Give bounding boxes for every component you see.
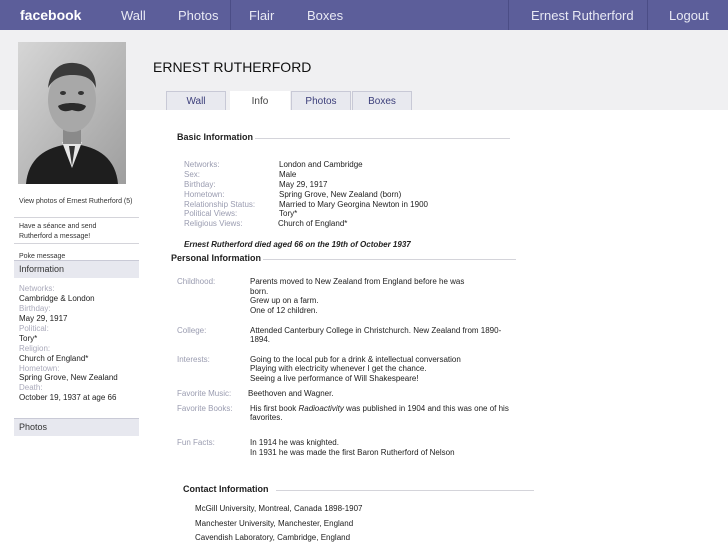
books-title: Radioactivity xyxy=(298,404,344,413)
favorite-music-label: Favorite Music: xyxy=(177,389,232,398)
tab-boxes[interactable]: Boxes xyxy=(352,91,412,110)
college-line: 1894. xyxy=(250,335,271,344)
portrait-image xyxy=(18,42,126,184)
fun-fact-line: In 1931 he was made the first Baron Ruth… xyxy=(250,448,455,457)
interests-label: Interests: xyxy=(177,355,210,364)
nav-wall[interactable]: Wall xyxy=(121,8,146,23)
contact-info-title: Contact Information xyxy=(183,484,269,494)
nav-user-name[interactable]: Ernest Rutherford xyxy=(531,8,634,23)
basic-label: Hometown: xyxy=(184,190,225,199)
tab-info[interactable]: Info xyxy=(230,91,290,110)
info-label: Hometown: xyxy=(19,364,60,373)
basic-label: Political Views: xyxy=(184,209,238,218)
books-text: His first book xyxy=(250,404,299,413)
divider xyxy=(14,243,139,244)
info-value: Church of England* xyxy=(19,354,89,363)
info-label: Political: xyxy=(19,324,49,333)
personal-info-title: Personal Information xyxy=(171,253,262,263)
info-value: Tory* xyxy=(19,334,38,343)
basic-label: Relationship Status: xyxy=(184,200,256,209)
nav-divider xyxy=(508,0,509,30)
fun-fact-line: In 1914 he was knighted. xyxy=(250,438,339,447)
basic-label: Sex: xyxy=(184,170,201,179)
nav-flair[interactable]: Flair xyxy=(249,8,274,23)
info-label: Birthday: xyxy=(19,304,51,313)
basic-value: London and Cambridge xyxy=(279,160,363,169)
divider xyxy=(255,138,510,139)
favorite-books-line: His first book Radioactivity was publish… xyxy=(250,404,509,414)
contact-line: McGill University, Montreal, Canada 1898… xyxy=(195,504,363,513)
info-value: Cambridge & London xyxy=(19,294,95,303)
college-label: College: xyxy=(177,326,207,335)
view-photos-link[interactable]: View photos of Ernest Rutherford (5) xyxy=(19,197,134,207)
basic-label: Religious Views: xyxy=(184,219,243,228)
nav-divider xyxy=(647,0,648,30)
fun-facts-label: Fun Facts: xyxy=(177,438,215,447)
interests-line: Seeing a live performance of Will Shakes… xyxy=(250,374,419,383)
info-value: October 19, 1937 at age 66 xyxy=(19,393,117,402)
childhood-line: One of 12 children. xyxy=(250,306,318,315)
info-label: Networks: xyxy=(19,284,55,293)
college-line: Attended Canterbury College in Christchu… xyxy=(250,326,502,335)
divider xyxy=(263,259,516,260)
photos-title: Photos xyxy=(19,422,48,432)
favorite-books-line: favorites. xyxy=(250,413,283,422)
childhood-line: Parents moved to New Zealand from Englan… xyxy=(250,277,465,286)
tab-photos[interactable]: Photos xyxy=(291,91,351,110)
logout-link[interactable]: Logout xyxy=(669,8,709,23)
nav-divider xyxy=(230,0,231,30)
basic-value: Male xyxy=(279,170,297,179)
divider xyxy=(276,490,534,491)
basic-label: Birthday: xyxy=(184,180,216,189)
info-value: Spring Grove, New Zealand xyxy=(19,373,118,382)
tab-wall[interactable]: Wall xyxy=(166,91,226,110)
books-text: was published in 1904 and this was one o… xyxy=(343,404,509,413)
profile-photo[interactable] xyxy=(18,42,126,184)
basic-value: Tory* xyxy=(279,209,298,218)
basic-value: May 29, 1917 xyxy=(279,180,328,189)
favorite-music-value: Beethoven and Wagner. xyxy=(248,389,334,398)
profile-name: ERNEST RUTHERFORD xyxy=(153,59,312,75)
photos-box-header[interactable]: Photos xyxy=(14,418,139,436)
facebook-logo[interactable]: facebook xyxy=(20,7,81,23)
death-note: Ernest Rutherford died aged 66 on the 19… xyxy=(184,240,411,249)
childhood-line: Grew up on a farm. xyxy=(250,296,319,305)
childhood-label: Childhood: xyxy=(177,277,216,286)
information-title: Information xyxy=(19,264,65,274)
basic-value: Church of England* xyxy=(278,219,348,228)
information-box-header: Information xyxy=(14,260,139,278)
top-navigation-bar: facebook Wall Photos Flair Boxes Ernest … xyxy=(0,0,728,30)
interests-line: Playing with electricity whenever I get … xyxy=(250,364,427,373)
nav-boxes[interactable]: Boxes xyxy=(307,8,343,23)
basic-value: Married to Mary Georgina Newton in 1900 xyxy=(279,200,428,209)
divider xyxy=(14,217,139,218)
basic-label: Networks: xyxy=(184,160,220,169)
seance-link[interactable]: Have a séance and send Rutherford a mess… xyxy=(19,222,131,242)
nav-photos[interactable]: Photos xyxy=(178,8,218,23)
basic-value: Spring Grove, New Zealand (born) xyxy=(279,190,402,199)
info-label: Death: xyxy=(19,383,43,392)
contact-line: Manchester University, Manchester, Engla… xyxy=(195,519,354,528)
basic-info-title: Basic Information xyxy=(177,132,254,142)
contact-line: Cavendish Laboratory, Cambridge, England xyxy=(195,533,351,542)
info-value: May 29, 1917 xyxy=(19,314,68,323)
info-label: Religion: xyxy=(19,344,51,353)
favorite-books-label: Favorite Books: xyxy=(177,404,233,413)
